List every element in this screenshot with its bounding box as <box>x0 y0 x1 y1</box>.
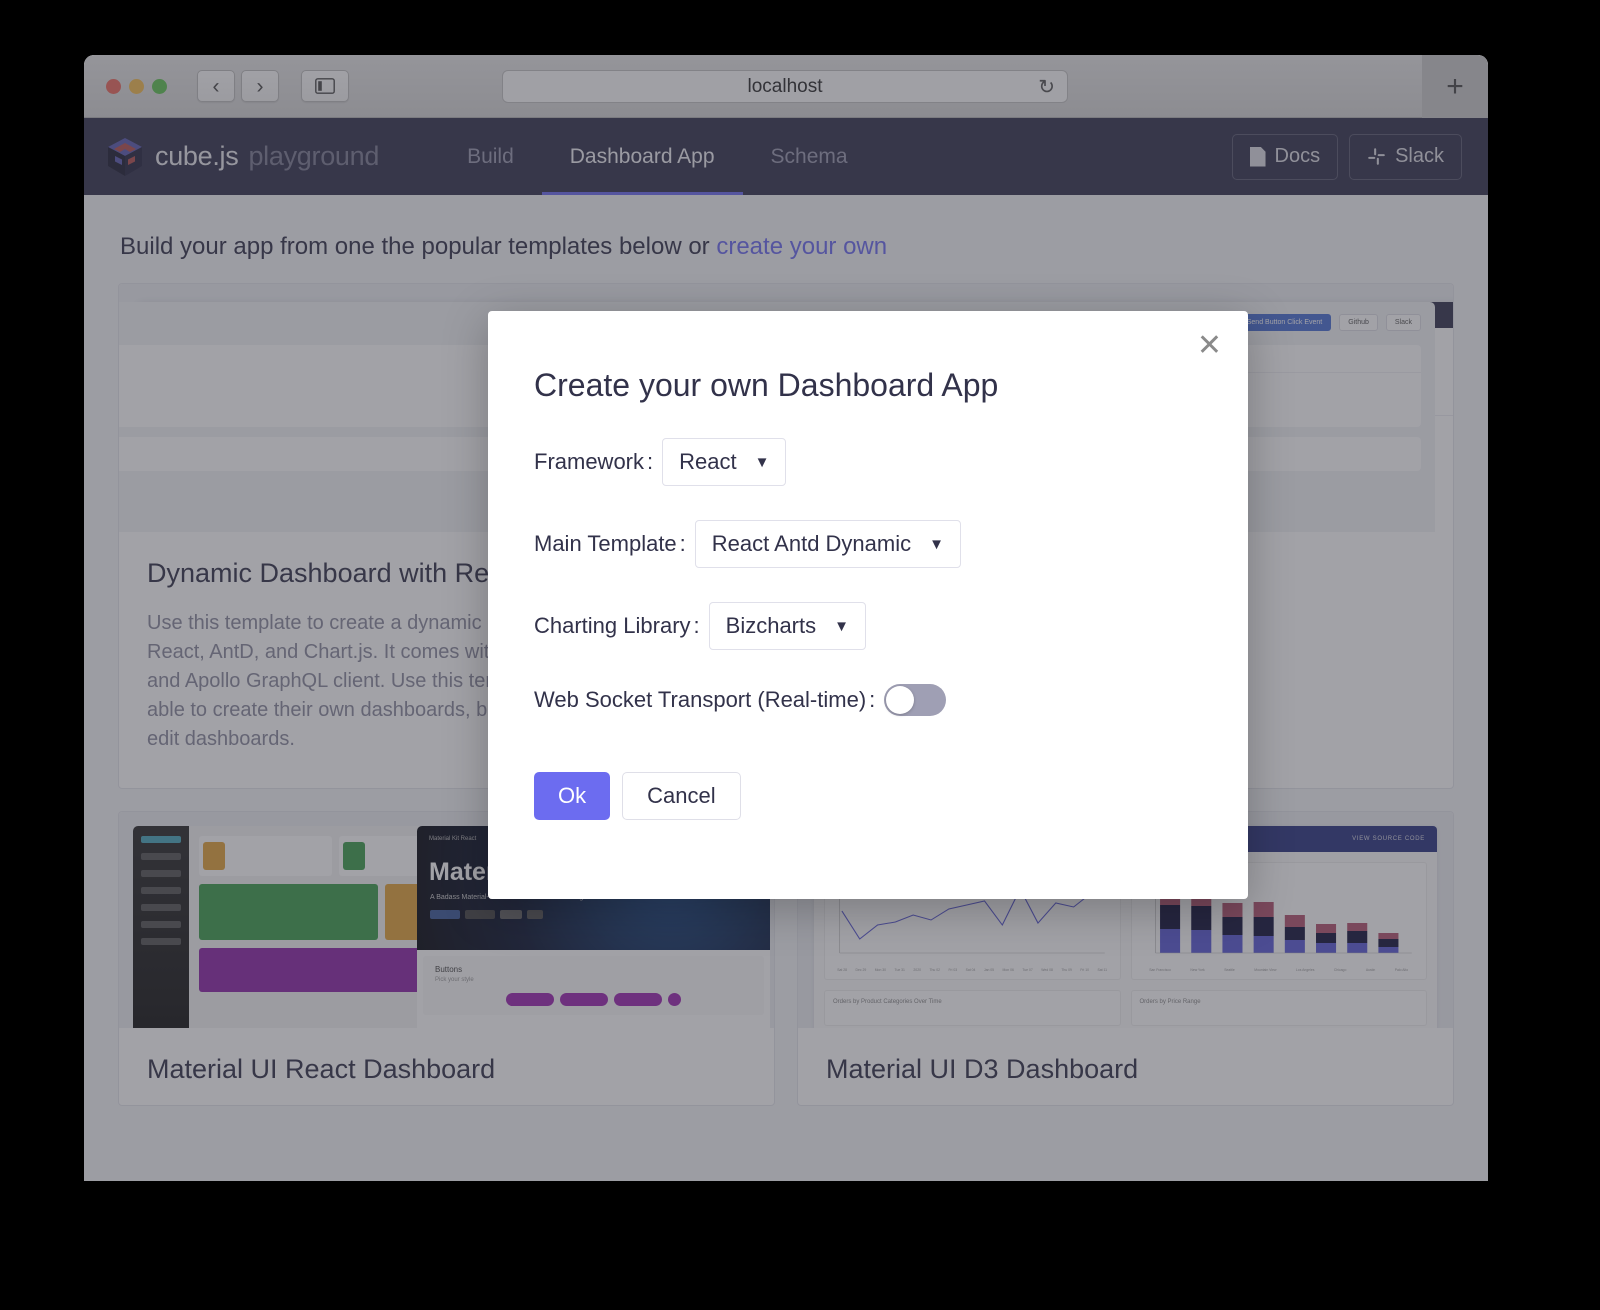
browser-window: ‹ › localhost ↻ + cube.js playground Bui… <box>84 55 1488 1181</box>
modal-overlay[interactable]: ✕ Create your own Dashboard App Framewor… <box>84 55 1488 1181</box>
chevron-down-icon: ▼ <box>834 617 849 635</box>
websocket-toggle[interactable] <box>884 684 947 716</box>
framework-value: React <box>679 449 737 474</box>
main-template-select[interactable]: React Antd Dynamic ▼ <box>694 520 961 568</box>
colon: : <box>679 531 686 556</box>
cancel-button[interactable]: Cancel <box>622 772 741 820</box>
charting-library-label: Charting Library <box>534 613 691 638</box>
chevron-down-icon: ▼ <box>754 453 770 471</box>
modal-title: Create your own Dashboard App <box>534 367 999 403</box>
colon: : <box>869 687 876 712</box>
modal-actions: Ok Cancel <box>488 716 1248 820</box>
field-row-charting-library: Charting Library : Bizcharts ▼ <box>488 602 1248 650</box>
charting-library-value: Bizcharts <box>725 613 817 638</box>
colon: : <box>647 449 654 474</box>
main-template-value: React Antd Dynamic <box>711 531 912 556</box>
close-icon[interactable]: ✕ <box>1197 331 1222 361</box>
framework-select[interactable]: React ▼ <box>662 438 787 486</box>
field-row-framework: Framework : React ▼ <box>488 438 1248 486</box>
field-row-main-template: Main Template : React Antd Dynamic ▼ <box>488 520 1248 568</box>
chevron-down-icon: ▼ <box>929 535 944 553</box>
colon: : <box>693 613 700 638</box>
toggle-knob <box>886 686 915 714</box>
framework-label: Framework <box>534 449 645 474</box>
main-template-label: Main Template <box>534 531 677 556</box>
create-dashboard-modal: ✕ Create your own Dashboard App Framewor… <box>488 311 1248 899</box>
field-row-websocket: Web Socket Transport (Real-time) : <box>488 684 1248 716</box>
charting-library-select[interactable]: Bizcharts ▼ <box>708 602 866 650</box>
ok-button[interactable]: Ok <box>534 772 611 820</box>
websocket-label: Web Socket Transport (Real-time) <box>534 687 867 712</box>
